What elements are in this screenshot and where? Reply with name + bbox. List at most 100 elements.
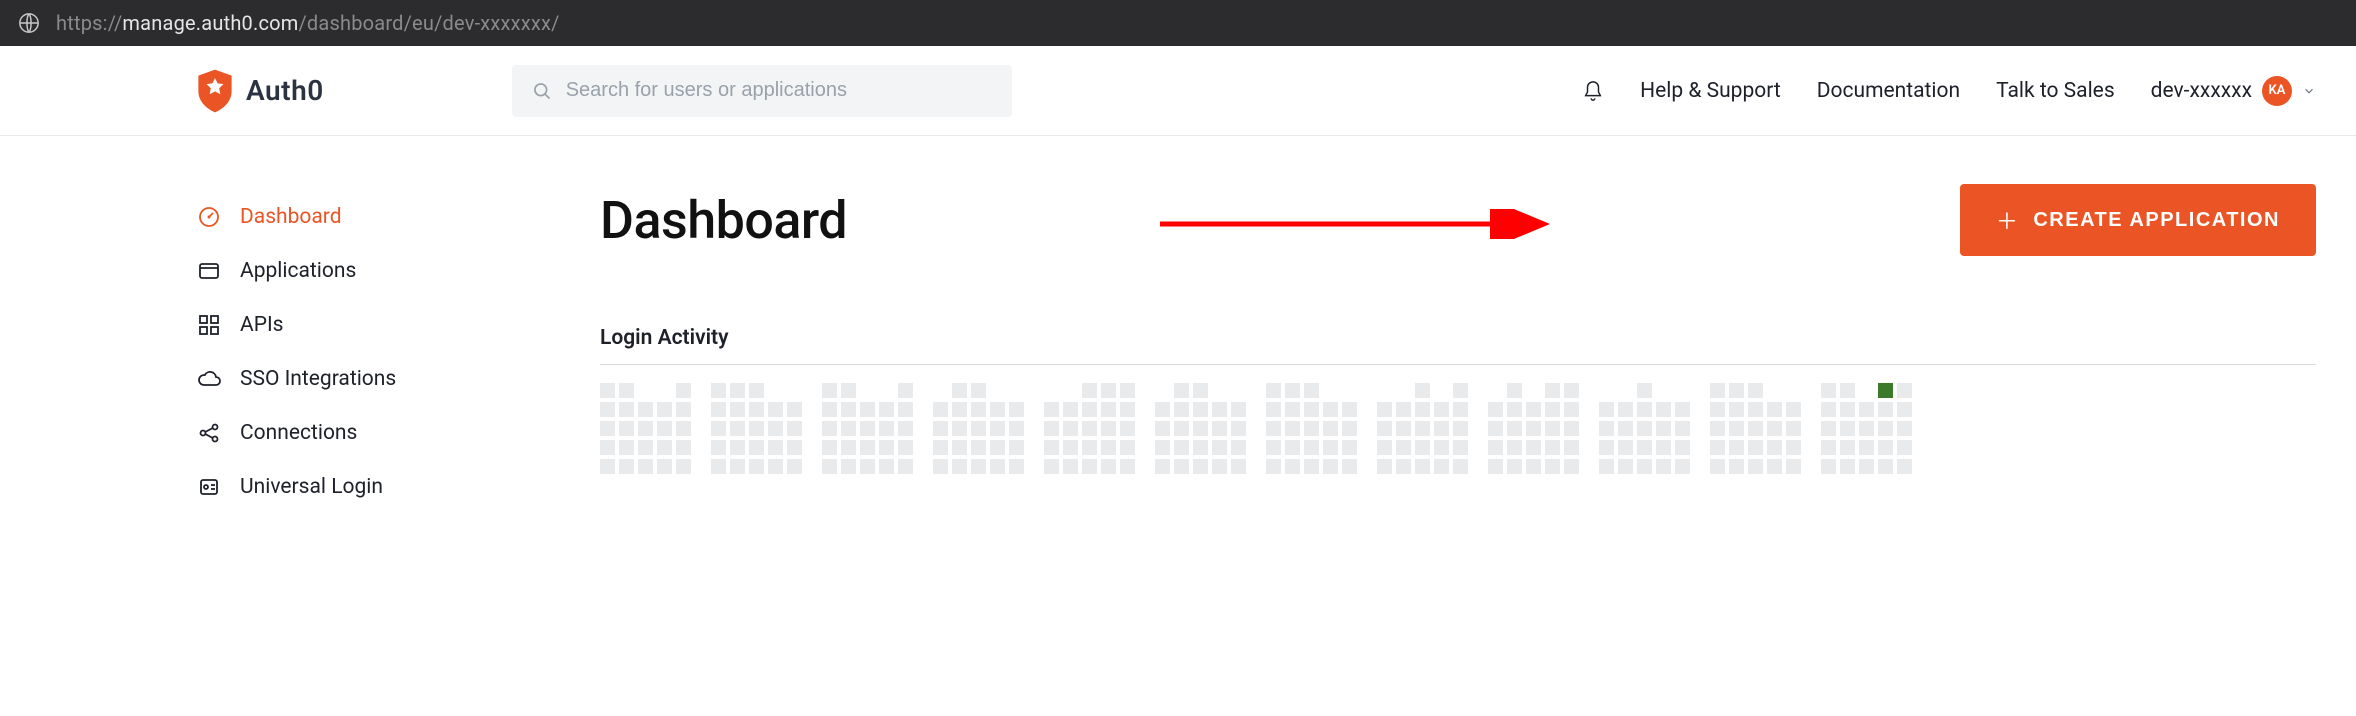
sidebar-item-label: Connections: [240, 421, 357, 445]
gauge-icon: [196, 204, 222, 230]
heatmap-cell: [1377, 402, 1392, 417]
section-title: Login Activity: [600, 326, 2316, 350]
heatmap-cell: [1101, 402, 1116, 417]
sidebar-item-connections[interactable]: Connections: [196, 406, 400, 460]
heatmap-cell: [711, 459, 726, 474]
heatmap-cell: [860, 459, 875, 474]
search-icon: [532, 81, 552, 101]
heatmap-cell: [1840, 440, 1855, 455]
heatmap-cell: [1285, 459, 1300, 474]
heatmap-cell: [749, 402, 764, 417]
heatmap-cell: [1285, 440, 1300, 455]
heatmap-cell: [1415, 459, 1430, 474]
heatmap-cell: [1155, 459, 1170, 474]
heatmap-cell: [1082, 402, 1097, 417]
heatmap-cell: [1044, 383, 1059, 398]
heatmap-cell: [1897, 383, 1912, 398]
heatmap-cell: [1231, 402, 1246, 417]
heatmap-cell: [1120, 421, 1135, 436]
share-icon: [196, 420, 222, 446]
sidebar-item-universal-login[interactable]: Universal Login: [196, 460, 400, 514]
heatmap-cell: [1174, 383, 1189, 398]
search-box[interactable]: [512, 65, 1012, 117]
heatmap-cell: [1342, 402, 1357, 417]
sidebar-item-sso-integrations[interactable]: SSO Integrations: [196, 352, 400, 406]
heatmap-cell: [952, 402, 967, 417]
heatmap-cell: [971, 440, 986, 455]
heatmap-cell: [730, 383, 745, 398]
heatmap-cell: [1545, 402, 1560, 417]
heatmap-cell: [1656, 459, 1671, 474]
heatmap-cell: [1564, 440, 1579, 455]
sidebar-item-dashboard[interactable]: Dashboard: [196, 190, 400, 244]
search-input[interactable]: [566, 79, 992, 102]
brand[interactable]: Auth0: [196, 69, 324, 113]
heatmap-cell: [1063, 459, 1078, 474]
sidebar-item-applications[interactable]: Applications: [196, 244, 400, 298]
heatmap-cell: [1453, 421, 1468, 436]
login-activity-heatmap: [600, 383, 2316, 474]
heatmap-cell: [711, 421, 726, 436]
heatmap-cell: [1266, 440, 1281, 455]
create-application-button[interactable]: ＋ CREATE APPLICATION: [1960, 184, 2316, 256]
heatmap-cell: [1415, 421, 1430, 436]
heatmap-cell: [933, 383, 948, 398]
tenant-switcher[interactable]: dev-xxxxxx KA: [2151, 76, 2316, 106]
heatmap-cell: [1212, 402, 1227, 417]
heatmap-column: [600, 383, 691, 474]
heatmap-cell: [1396, 402, 1411, 417]
heatmap-cell: [1174, 421, 1189, 436]
section-divider: [600, 364, 2316, 365]
heatmap-cell: [1266, 459, 1281, 474]
heatmap-cell: [1396, 459, 1411, 474]
heatmap-cell: [619, 421, 634, 436]
heatmap-cell: [879, 383, 894, 398]
heatmap-cell: [1377, 421, 1392, 436]
heatmap-cell: [1507, 459, 1522, 474]
heatmap-cell: [822, 421, 837, 436]
heatmap-cell: [1878, 440, 1893, 455]
heatmap-cell: [1710, 402, 1725, 417]
heatmap-cell: [1545, 459, 1560, 474]
documentation-link[interactable]: Documentation: [1817, 79, 1960, 103]
tenant-name: dev-xxxxxx: [2151, 79, 2252, 103]
heatmap-cell: [1323, 440, 1338, 455]
heatmap-cell: [841, 421, 856, 436]
heatmap-cell: [822, 440, 837, 455]
browser-address-bar: https://manage.auth0.com/dashboard/eu/de…: [0, 0, 2356, 46]
heatmap-column: [1155, 383, 1246, 474]
heatmap-cell: [1599, 421, 1614, 436]
url-scheme: https://: [56, 11, 122, 35]
heatmap-cell: [1637, 383, 1652, 398]
browser-url[interactable]: https://manage.auth0.com/dashboard/eu/de…: [56, 11, 560, 35]
heatmap-cell: [1101, 440, 1116, 455]
heatmap-cell: [1748, 402, 1763, 417]
talk-to-sales-link[interactable]: Talk to Sales: [1996, 79, 2115, 103]
heatmap-cell: [1193, 440, 1208, 455]
help-support-link[interactable]: Help & Support: [1640, 79, 1781, 103]
heatmap-cell: [952, 459, 967, 474]
heatmap-cell: [1786, 383, 1801, 398]
heatmap-cell: [657, 440, 672, 455]
heatmap-cell: [1063, 421, 1078, 436]
notifications-icon[interactable]: [1582, 79, 1604, 103]
plus-icon: ＋: [1996, 204, 2020, 236]
heatmap-cell: [768, 402, 783, 417]
heatmap-cell: [1675, 421, 1690, 436]
heatmap-cell: [1859, 383, 1874, 398]
heatmap-cell: [1304, 459, 1319, 474]
heatmap-cell: [860, 383, 875, 398]
heatmap-cell: [1786, 402, 1801, 417]
heatmap-column: [711, 383, 802, 474]
heatmap-cell: [990, 402, 1005, 417]
heatmap-cell: [952, 383, 967, 398]
sidebar-item-apis[interactable]: APIs: [196, 298, 400, 352]
heatmap-cell: [898, 440, 913, 455]
heatmap-cell: [1396, 421, 1411, 436]
heatmap-cell: [1044, 402, 1059, 417]
heatmap-cell: [676, 440, 691, 455]
heatmap-cell: [1748, 383, 1763, 398]
heatmap-cell: [1323, 402, 1338, 417]
main-content: Dashboard ＋ CREATE APPLICATION Login Act…: [400, 136, 2356, 514]
heatmap-cell: [638, 440, 653, 455]
